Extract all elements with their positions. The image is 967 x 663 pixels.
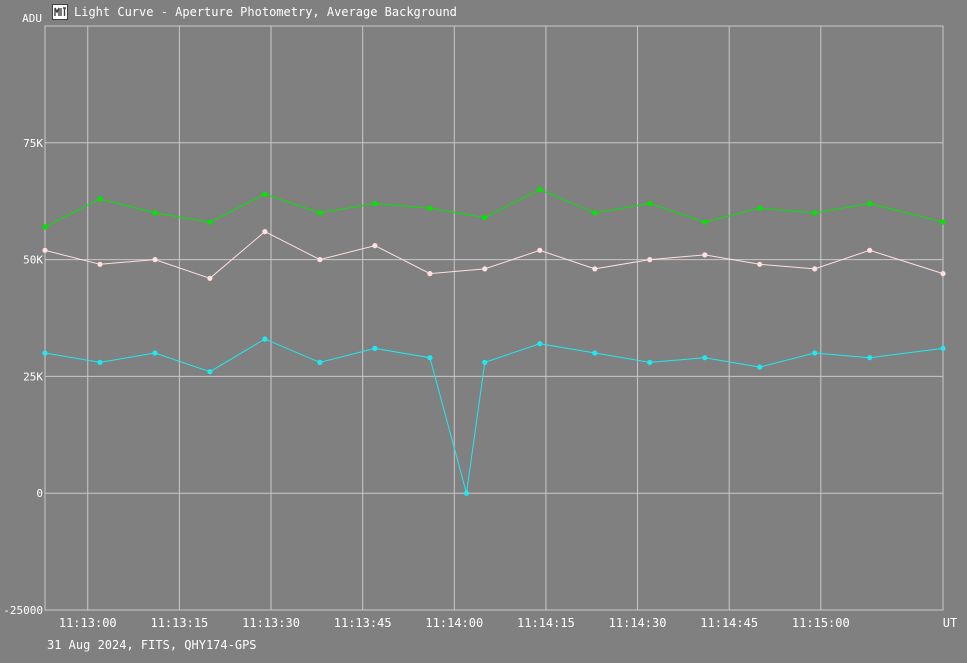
x-tick-label: 11:13:15	[150, 616, 208, 630]
data-point	[262, 336, 268, 342]
data-point	[647, 257, 653, 263]
data-point	[702, 355, 708, 361]
data-point	[427, 271, 433, 277]
data-point	[207, 275, 213, 281]
data-point	[207, 369, 213, 375]
data-point	[537, 247, 543, 253]
y-tick-label: 50K	[23, 254, 43, 267]
window-title: Light Curve - Aperture Photometry, Avera…	[74, 5, 457, 19]
x-tick-label: 11:14:30	[609, 616, 667, 630]
data-point	[317, 210, 323, 216]
data-point	[482, 359, 488, 365]
y-tick-label: 0	[36, 487, 43, 500]
data-point	[482, 215, 488, 221]
data-point	[97, 261, 103, 267]
data-point	[702, 219, 708, 225]
data-point	[97, 196, 103, 202]
data-point	[42, 224, 48, 230]
x-tick-label: 11:15:00	[792, 616, 850, 630]
x-tick-label: 11:13:45	[334, 616, 392, 630]
data-point	[463, 490, 470, 496]
x-tick-label: 11:14:00	[425, 616, 483, 630]
data-point	[427, 205, 433, 211]
data-point	[867, 355, 873, 361]
data-point	[42, 247, 48, 253]
data-point	[372, 345, 378, 351]
y-tick-label: 25K	[23, 370, 43, 383]
light-curve-chart: 75K 50K 25K 0 -25000 11:13:00 11:13:15 11:13:30…	[3, 12, 957, 630]
data-point	[940, 219, 946, 225]
data-point	[592, 210, 598, 216]
x-tick-label: 11:13:00	[59, 616, 117, 630]
data-point	[372, 200, 378, 207]
data-point	[262, 191, 268, 197]
data-point	[940, 345, 946, 351]
data-point	[97, 359, 103, 365]
data-point	[867, 247, 873, 253]
data-point	[702, 252, 708, 258]
data-point	[812, 210, 818, 216]
data-point	[262, 229, 268, 235]
data-point	[647, 200, 653, 207]
data-point	[647, 359, 653, 365]
data-point	[940, 271, 946, 277]
data-point	[812, 266, 818, 272]
data-point	[152, 350, 158, 356]
data-point	[317, 359, 323, 365]
data-point	[482, 266, 488, 272]
data-point	[592, 266, 598, 272]
data-point	[207, 219, 213, 225]
x-tick-label: 11:13:30	[242, 616, 300, 630]
data-point	[427, 355, 433, 361]
data-point	[152, 210, 158, 216]
y-tick-label: 75K	[23, 137, 43, 150]
data-point	[757, 364, 763, 370]
data-point	[812, 350, 818, 356]
data-point	[152, 257, 158, 263]
data-point	[372, 243, 378, 249]
title-bar: Light Curve - Aperture Photometry, Avera…	[52, 3, 457, 21]
data-point	[867, 200, 873, 207]
data-point	[537, 341, 543, 347]
data-point	[537, 186, 543, 193]
app-icon	[52, 4, 68, 20]
data-point	[592, 350, 598, 356]
x-axis-label: UT	[943, 616, 957, 630]
data-point	[42, 350, 48, 356]
data-point	[757, 261, 763, 267]
y-axis-label: ADU	[22, 12, 42, 25]
x-tick-label: 11:14:45	[700, 616, 758, 630]
x-tick-label: 11:14:15	[517, 616, 575, 630]
y-tick-label: -25000	[3, 604, 43, 617]
footer-info: 31 Aug 2024, FITS, QHY174-GPS	[47, 638, 257, 652]
data-point	[757, 205, 763, 211]
data-point	[317, 257, 323, 263]
